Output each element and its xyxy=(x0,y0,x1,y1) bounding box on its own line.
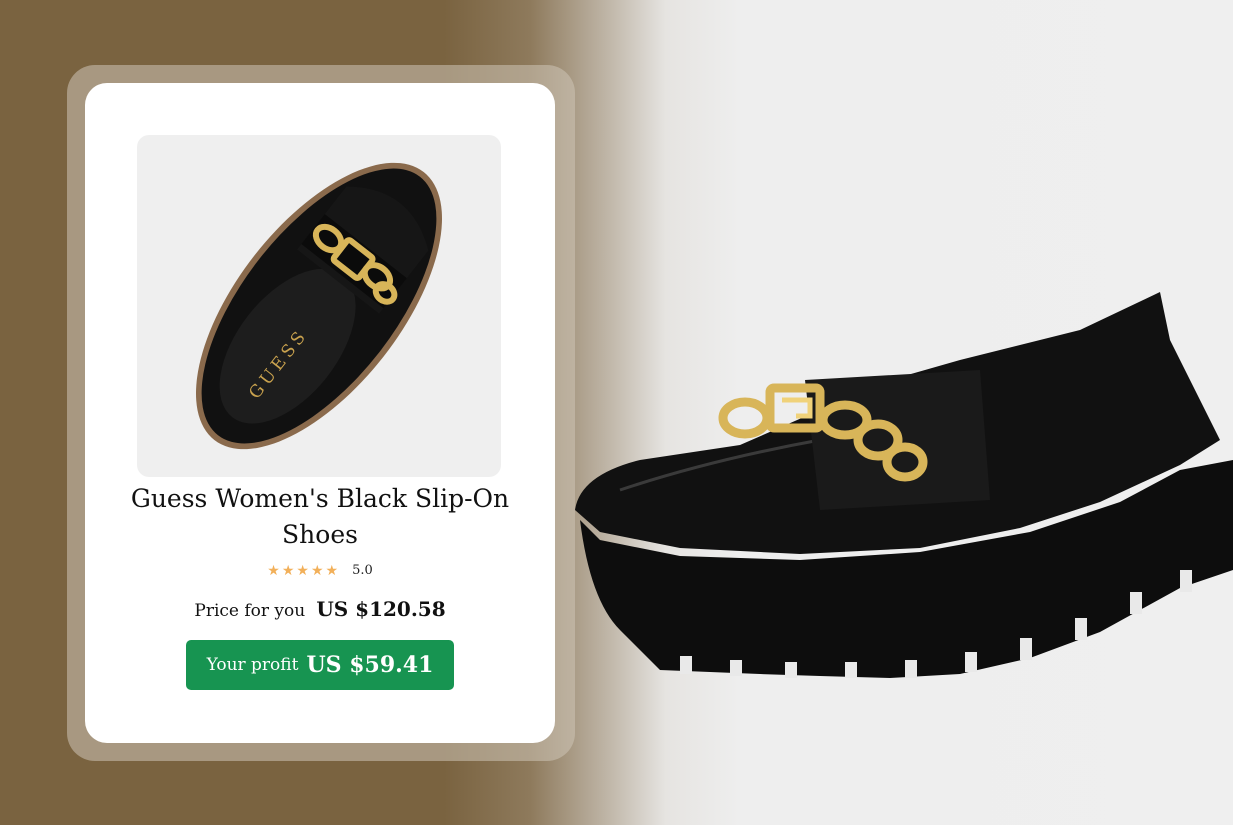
star-icon: ★ xyxy=(267,562,280,579)
star-icon: ★ xyxy=(325,562,339,579)
star-icon: ★ xyxy=(296,562,309,579)
product-thumbnail[interactable]: GUESS xyxy=(137,135,501,477)
profit-label: Your profit xyxy=(206,655,299,675)
product-title[interactable]: Guess Women's Black Slip-On Shoes xyxy=(105,481,535,553)
rating-value: 5.0 xyxy=(352,563,373,578)
profit-value: US $59.41 xyxy=(306,652,434,678)
star-icon: ★ xyxy=(281,562,295,579)
star-icon: ★ xyxy=(310,562,324,579)
price-label: Price for you xyxy=(194,601,306,621)
product-card[interactable]: GUESS Guess Women's Black Slip-On Shoes … xyxy=(85,83,555,743)
rating-stars: ★ ★ ★ ★ ★ xyxy=(267,564,338,578)
rating-row: ★ ★ ★ ★ ★ 5.0 xyxy=(85,563,555,578)
price-value: US $120.58 xyxy=(316,597,446,621)
hero-shoe-image xyxy=(575,292,1233,678)
price-row: Price for you US $120.58 xyxy=(85,597,555,621)
product-shoe-image: GUESS xyxy=(195,162,443,450)
profit-button[interactable]: Your profit US $59.41 xyxy=(186,640,454,690)
